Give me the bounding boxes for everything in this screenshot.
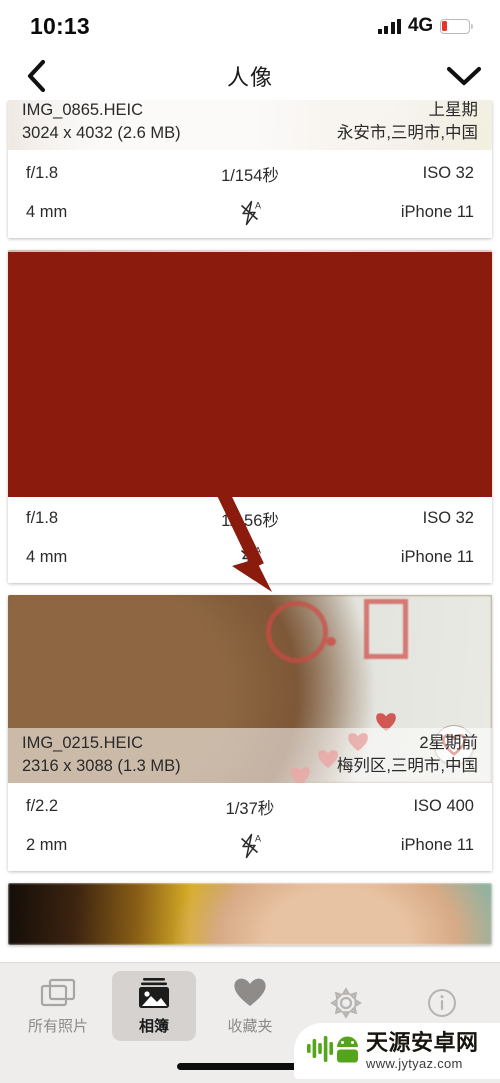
chevron-left-icon <box>27 59 46 93</box>
annotation-redaction-box <box>8 252 492 497</box>
tab-all-photos[interactable]: 所有照片 <box>16 971 100 1041</box>
photo-card[interactable] <box>8 883 492 945</box>
photo-card[interactable]: IMG_0215.HEIC 2316 x 3088 (1.3 MB) 2星期前 … <box>8 595 492 871</box>
exif-flash: A <box>175 198 324 228</box>
album-image-icon <box>139 978 169 1008</box>
svg-text:A: A <box>255 545 261 555</box>
tab-label: 所有照片 <box>27 1018 88 1035</box>
expand-button[interactable] <box>428 52 500 100</box>
page-title: 人像 <box>226 65 273 90</box>
photo-location: 梅列区,三明市,中国 <box>336 756 478 775</box>
photo-exif-block: f/2.2 1/37秒 ISO 400 2 mm A iPhone 11 <box>8 783 492 871</box>
exif-iso: ISO 32 <box>422 509 474 527</box>
phone-screen: 10:13 4G 人像 IMG_0865.HEIC 3024 x 4032 (2… <box>0 0 500 1083</box>
exif-aperture: f/1.8 <box>26 509 59 527</box>
heart-filled-icon <box>234 978 266 1006</box>
battery-icon <box>440 18 474 34</box>
flash-auto-off-icon: A <box>240 200 261 225</box>
photo-card[interactable]: IMG_0865.HEIC 3024 x 4032 (2.6 MB) 上星期 永… <box>8 100 492 238</box>
network-type-label: 4G <box>408 15 433 36</box>
android-logo-icon <box>307 1036 358 1063</box>
battery-fill <box>442 20 448 32</box>
exif-aperture: f/1.8 <box>26 164 59 182</box>
photo-image <box>8 883 492 945</box>
info-circle-icon <box>428 988 456 1017</box>
tab-albums[interactable]: 相簿 <box>112 971 196 1041</box>
exif-device: iPhone 11 <box>400 203 474 221</box>
exif-row-secondary: 4 mm A iPhone 11 <box>8 193 492 232</box>
exif-device: iPhone 11 <box>400 836 474 854</box>
watermark-site-name: 天源安卓网 <box>366 1030 479 1055</box>
signal-strength-icon <box>377 18 402 34</box>
flash-auto-off-icon: A <box>240 545 261 570</box>
photo-location: 永安市,三明市,中国 <box>336 123 478 142</box>
svg-text:A: A <box>255 833 261 843</box>
exif-row-primary: f/1.8 1/154秒 ISO 32 <box>8 154 492 193</box>
exif-row-primary: f/1.8 1/156秒 ISO 32 <box>8 499 492 538</box>
exif-aperture: f/2.2 <box>26 797 59 815</box>
photo-list-scroll-area[interactable]: IMG_0865.HEIC 3024 x 4032 (2.6 MB) 上星期 永… <box>0 100 500 962</box>
exif-focal-length: 4 mm <box>26 548 68 566</box>
exif-shutter: 1/156秒 <box>221 511 279 530</box>
exif-device: iPhone 11 <box>400 548 474 566</box>
exif-row-secondary: 4 mm A iPhone 11 <box>8 538 492 577</box>
gear-icon <box>330 986 362 1019</box>
exif-iso: ISO 400 <box>413 797 474 815</box>
photo-thumbnail[interactable] <box>8 883 492 945</box>
photo-dimensions: 2316 x 3088 (1.3 MB) <box>22 756 181 775</box>
exif-shutter: 1/154秒 <box>221 166 279 185</box>
exif-flash: A <box>175 543 324 573</box>
photo-dimensions: 3024 x 4032 (2.6 MB) <box>22 123 181 142</box>
photo-date: 2星期前 <box>419 733 478 752</box>
back-button[interactable] <box>0 52 72 100</box>
photo-filename: IMG_0215.HEIC <box>22 733 144 752</box>
status-bar: 10:13 4G <box>0 0 500 52</box>
exif-row-secondary: 2 mm A iPhone 11 <box>8 826 492 865</box>
photo-exif-block: f/1.8 1/154秒 ISO 32 4 mm A iPhone 11 <box>8 150 492 238</box>
chevron-down-icon <box>446 66 482 86</box>
exif-iso: ISO 32 <box>422 164 474 182</box>
exif-shutter: 1/37秒 <box>225 799 275 818</box>
tab-label: 相簿 <box>138 1018 169 1035</box>
photo-meta-overlay: IMG_0215.HEIC 2316 x 3088 (1.3 MB) 2星期前 … <box>8 727 492 783</box>
exif-flash: A <box>175 831 324 861</box>
status-right-cluster: 4G <box>377 15 474 37</box>
watermark-url: www.jytyaz.com <box>366 1056 463 1071</box>
exif-row-primary: f/2.2 1/37秒 ISO 400 <box>8 787 492 826</box>
photo-exif-block: f/1.8 1/156秒 ISO 32 4 mm A iPhone 11 <box>8 495 492 583</box>
photo-thumbnail[interactable]: IMG_0865.HEIC 3024 x 4032 (2.6 MB) 上星期 永… <box>8 100 492 150</box>
photo-date: 上星期 <box>428 100 479 119</box>
site-watermark: 天源安卓网 www.jytyaz.com <box>294 1023 500 1079</box>
photo-filename: IMG_0865.HEIC <box>22 100 144 119</box>
flash-auto-off-icon: A <box>240 833 261 858</box>
tab-label: 收藏夹 <box>227 1018 273 1035</box>
photos-stack-icon <box>40 978 76 1007</box>
svg-text:A: A <box>255 200 261 210</box>
photo-thumbnail[interactable]: IMG_0215.HEIC 2316 x 3088 (1.3 MB) 2星期前 … <box>8 595 492 783</box>
tab-favorites[interactable]: 收藏夹 <box>208 971 292 1041</box>
status-time: 10:13 <box>30 12 90 39</box>
exif-focal-length: 4 mm <box>26 203 68 221</box>
photo-meta-overlay: IMG_0865.HEIC 3024 x 4032 (2.6 MB) 上星期 永… <box>8 100 492 150</box>
exif-focal-length: 2 mm <box>26 836 68 854</box>
navigation-bar: 人像 <box>0 52 500 100</box>
